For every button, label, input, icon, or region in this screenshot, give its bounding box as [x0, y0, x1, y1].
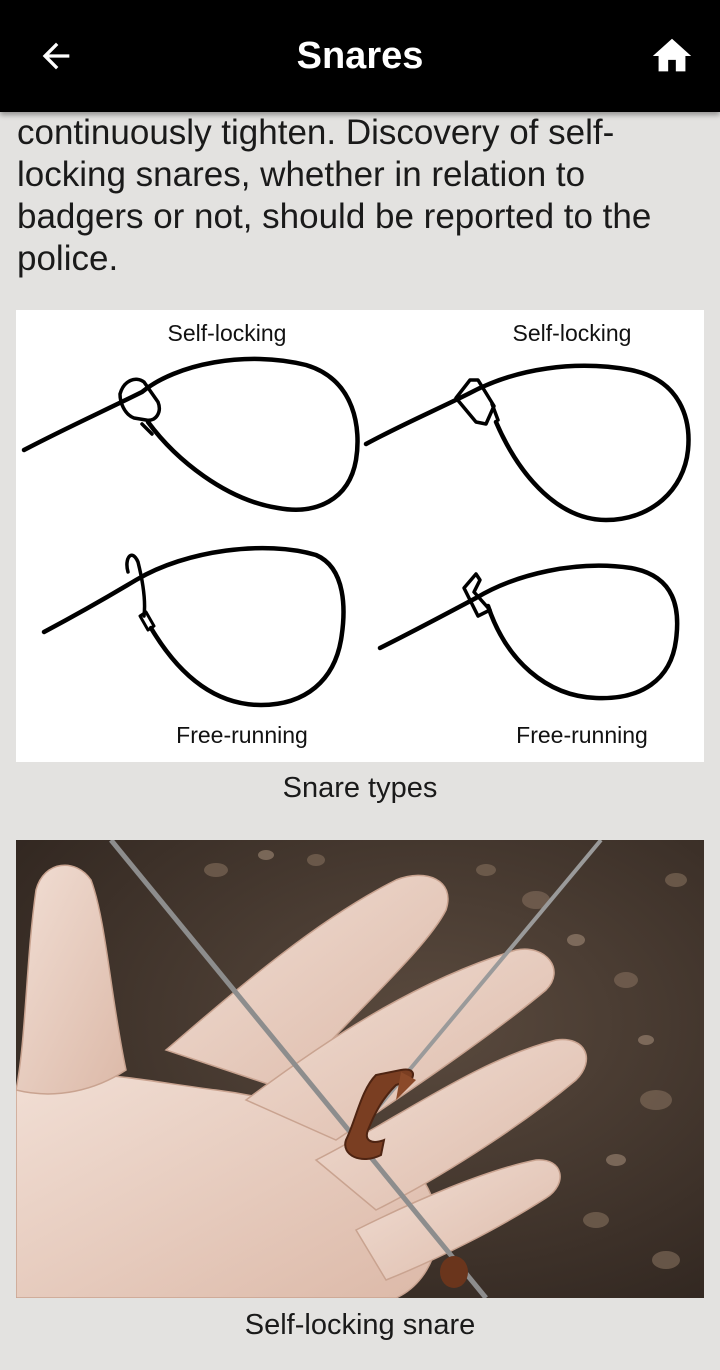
snare-loop-bottom-left [41, 545, 346, 708]
home-button[interactable] [644, 28, 700, 84]
app-bar: Snares [0, 0, 720, 112]
photo-illustration [16, 840, 704, 1298]
figure-caption-snare-types: Snare types [282, 772, 438, 804]
snare-loop-bottom-right [377, 563, 680, 701]
home-icon [652, 38, 692, 72]
figure-caption-self-locking-snare: Self-locking snare [244, 1309, 476, 1341]
self-locking-snare-photo [16, 840, 704, 1298]
label-free-running-left: Free-running [176, 722, 308, 748]
article-content: continuously tighten. Discovery of self-… [0, 112, 720, 1370]
snare-loop-top-right [363, 363, 691, 523]
article-paragraph: continuously tighten. Discovery of self-… [17, 113, 652, 278]
arrow-left-icon [42, 42, 70, 70]
snare-ring-bottom-right [462, 572, 492, 618]
back-button[interactable] [30, 30, 82, 82]
label-self-locking-right: Self-locking [513, 320, 632, 346]
snare-loop-top-left [21, 356, 360, 512]
label-free-running-right: Free-running [516, 722, 648, 748]
snare-types-diagram: Self-locking Self-locking Free-running F… [16, 310, 704, 762]
page-title: Snares [296, 35, 424, 77]
snare-drawing: Self-locking Self-locking Free-running F… [21, 320, 691, 748]
label-self-locking-left: Self-locking [168, 320, 287, 346]
